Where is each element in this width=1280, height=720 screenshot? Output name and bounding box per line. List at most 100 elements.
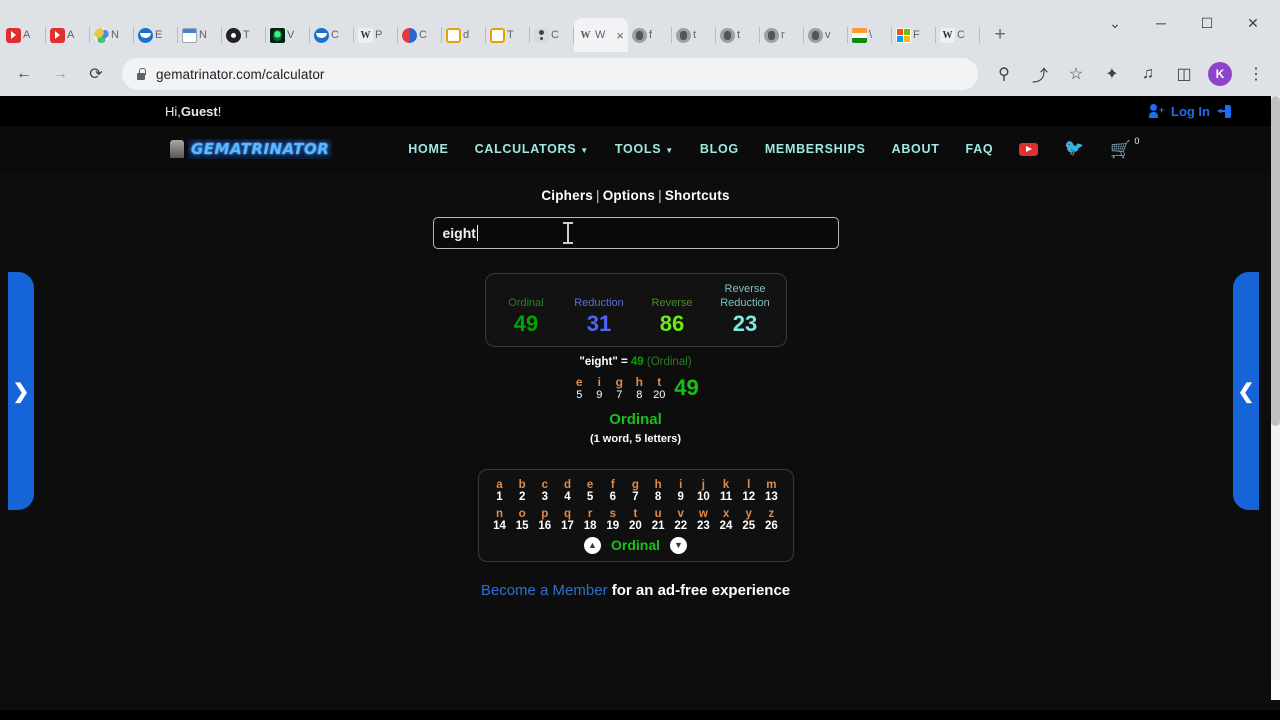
chart-value: 11 xyxy=(719,490,733,503)
breakdown-values-row: 5 9 7 8 20 xyxy=(572,389,666,401)
browser-tab[interactable]: V xyxy=(266,18,310,52)
chart-letter: g xyxy=(631,478,639,491)
chart-row2-letters: n o p q r s t u v w x y z xyxy=(489,508,783,520)
wiki-w-icon: W xyxy=(940,27,955,43)
reload-icon[interactable]: ⟳ xyxy=(80,58,112,90)
browser-tab[interactable]: \ xyxy=(848,18,892,52)
browser-tab[interactable]: WP xyxy=(354,18,398,52)
nav-item-calculators[interactable]: CALCULATORS ▼ xyxy=(475,142,589,156)
tab-ciphers[interactable]: Ciphers xyxy=(541,188,593,203)
browser-tab[interactable]: T xyxy=(486,18,530,52)
lock-icon xyxy=(136,68,146,80)
browser-tab[interactable]: E xyxy=(134,18,178,52)
nav-item-faq[interactable]: FAQ xyxy=(966,142,994,156)
cipher-name: Reverse Reduction xyxy=(720,283,770,309)
tab-close-icon[interactable]: × xyxy=(616,29,624,42)
browser-toolbar: ← → ⟳ gematrinator.com/calculator ⚲ ⤴ ☆ … xyxy=(0,52,1280,96)
cipher-result[interactable]: Reduction 31 xyxy=(563,283,636,336)
cipher-name: Reduction xyxy=(574,296,624,309)
browser-window: A A N E N T V C W P Cd T C W W × f t t r v \ F W C + ⌄ ─ ☐ ✕ ← →… xyxy=(0,0,1280,720)
chart-letter: y xyxy=(745,507,752,520)
phrase-input[interactable]: eight xyxy=(432,217,839,249)
media-playlist-icon[interactable]: ♫ xyxy=(1132,58,1164,90)
side-panel-icon[interactable]: ◫ xyxy=(1168,58,1200,90)
tablink-separator-2: | xyxy=(658,188,662,203)
search-icon[interactable]: ⚲ xyxy=(988,58,1020,90)
forward-icon[interactable]: → xyxy=(44,58,76,90)
cipher-result[interactable]: Ordinal 49 xyxy=(490,283,563,336)
back-icon[interactable]: ← xyxy=(8,58,40,90)
nav-item-label: ABOUT xyxy=(891,142,940,156)
scrollbar-thumb[interactable] xyxy=(1271,96,1280,426)
page-scrollbar[interactable] xyxy=(1271,96,1280,700)
chart-letter: i xyxy=(679,478,683,491)
browser-tab[interactable]: C xyxy=(310,18,354,52)
tab-title: T xyxy=(507,29,514,41)
active-cipher-name: Ordinal xyxy=(609,410,662,428)
browser-tab[interactable]: r xyxy=(760,18,804,52)
close-window-button[interactable]: ✕ xyxy=(1230,8,1276,38)
browser-tab[interactable]: C xyxy=(530,18,574,52)
browser-tab[interactable]: WC xyxy=(936,18,980,52)
nav-item-home[interactable]: HOME xyxy=(408,142,448,156)
right-side-panel-toggle[interactable]: ❮ xyxy=(1233,272,1259,510)
bookmark-star-icon[interactable]: ☆ xyxy=(1060,58,1092,90)
nav-item-blog[interactable]: BLOG xyxy=(700,142,739,156)
share-icon[interactable]: ⤴ xyxy=(1024,58,1056,90)
nav-item-label: HOME xyxy=(408,142,449,156)
tab-search-icon[interactable]: ⌄ xyxy=(1092,8,1138,38)
maximize-button[interactable]: ☐ xyxy=(1184,8,1230,38)
browser-tab[interactable]: A xyxy=(46,18,90,52)
profile-avatar[interactable]: K xyxy=(1204,58,1236,90)
tab-title: F xyxy=(913,29,920,41)
browser-tab[interactable]: d xyxy=(442,18,486,52)
chart-value: 19 xyxy=(606,519,620,532)
left-side-panel-toggle[interactable]: ❯ xyxy=(8,272,34,510)
browser-tab[interactable]: t xyxy=(672,18,716,52)
cipher-value: 86 xyxy=(659,310,685,336)
cipher-result[interactable]: Reverse Reduction 23 xyxy=(709,283,782,336)
youtube-icon[interactable] xyxy=(1019,142,1039,156)
address-bar[interactable]: gematrinator.com/calculator xyxy=(122,58,978,90)
browser-tab[interactable]: N xyxy=(90,18,134,52)
chart-next-icon[interactable]: ▼ xyxy=(670,536,687,554)
browser-tab[interactable]: A xyxy=(2,18,46,52)
cart-icon[interactable]: 🛒 0 xyxy=(1110,136,1139,158)
browser-tab[interactable]: T xyxy=(222,18,266,52)
tab-shortcuts[interactable]: Shortcuts xyxy=(665,188,730,203)
chart-letter: o xyxy=(518,507,526,520)
cipher-name: Reverse xyxy=(651,296,693,309)
tab-options[interactable]: Options xyxy=(603,188,655,203)
tab-title: \ xyxy=(869,29,873,41)
cipher-result[interactable]: Reverse 86 xyxy=(636,283,709,336)
browser-tab[interactable]: F xyxy=(892,18,936,52)
chart-letter: u xyxy=(654,507,662,520)
tab-title: A xyxy=(23,29,31,41)
tab-title: P xyxy=(375,29,383,41)
become-member-link[interactable]: Become a Member xyxy=(481,582,608,599)
browser-tab[interactable]: f xyxy=(628,18,672,52)
site-logo[interactable]: GEMATRINATOR xyxy=(170,139,333,159)
gray-bust-icon xyxy=(764,27,779,43)
browser-menu-icon[interactable]: ⋮ xyxy=(1240,58,1272,90)
twitter-icon[interactable]: 🐦 xyxy=(1064,141,1084,157)
nav-item-about[interactable]: ABOUT xyxy=(892,142,940,156)
browser-tab[interactable]: W W × xyxy=(574,18,628,52)
new-tab-button[interactable]: + xyxy=(986,21,1014,49)
login-button[interactable]: + Log In xyxy=(1149,104,1231,119)
chart-value: 7 xyxy=(632,490,639,503)
extensions-puzzle-icon[interactable]: ✦ xyxy=(1096,58,1128,90)
phrase-input-value: eight xyxy=(442,225,476,241)
chart-prev-icon[interactable]: ▲ xyxy=(583,536,601,554)
chart-footer: ▲ Ordinal ▼ xyxy=(489,536,783,554)
browser-tab[interactable]: t xyxy=(716,18,760,52)
browser-tab[interactable]: C xyxy=(398,18,442,52)
tab-title: C xyxy=(331,29,339,41)
nav-item-memberships[interactable]: MEMBERSHIPS xyxy=(765,142,866,156)
chart-value: 2 xyxy=(518,490,526,503)
browser-tab[interactable]: v xyxy=(804,18,848,52)
browser-tab[interactable]: N xyxy=(178,18,222,52)
minimize-button[interactable]: ─ xyxy=(1138,8,1184,38)
nav-item-tools[interactable]: TOOLS ▼ xyxy=(615,142,674,156)
cart-count: 0 xyxy=(1134,135,1140,146)
